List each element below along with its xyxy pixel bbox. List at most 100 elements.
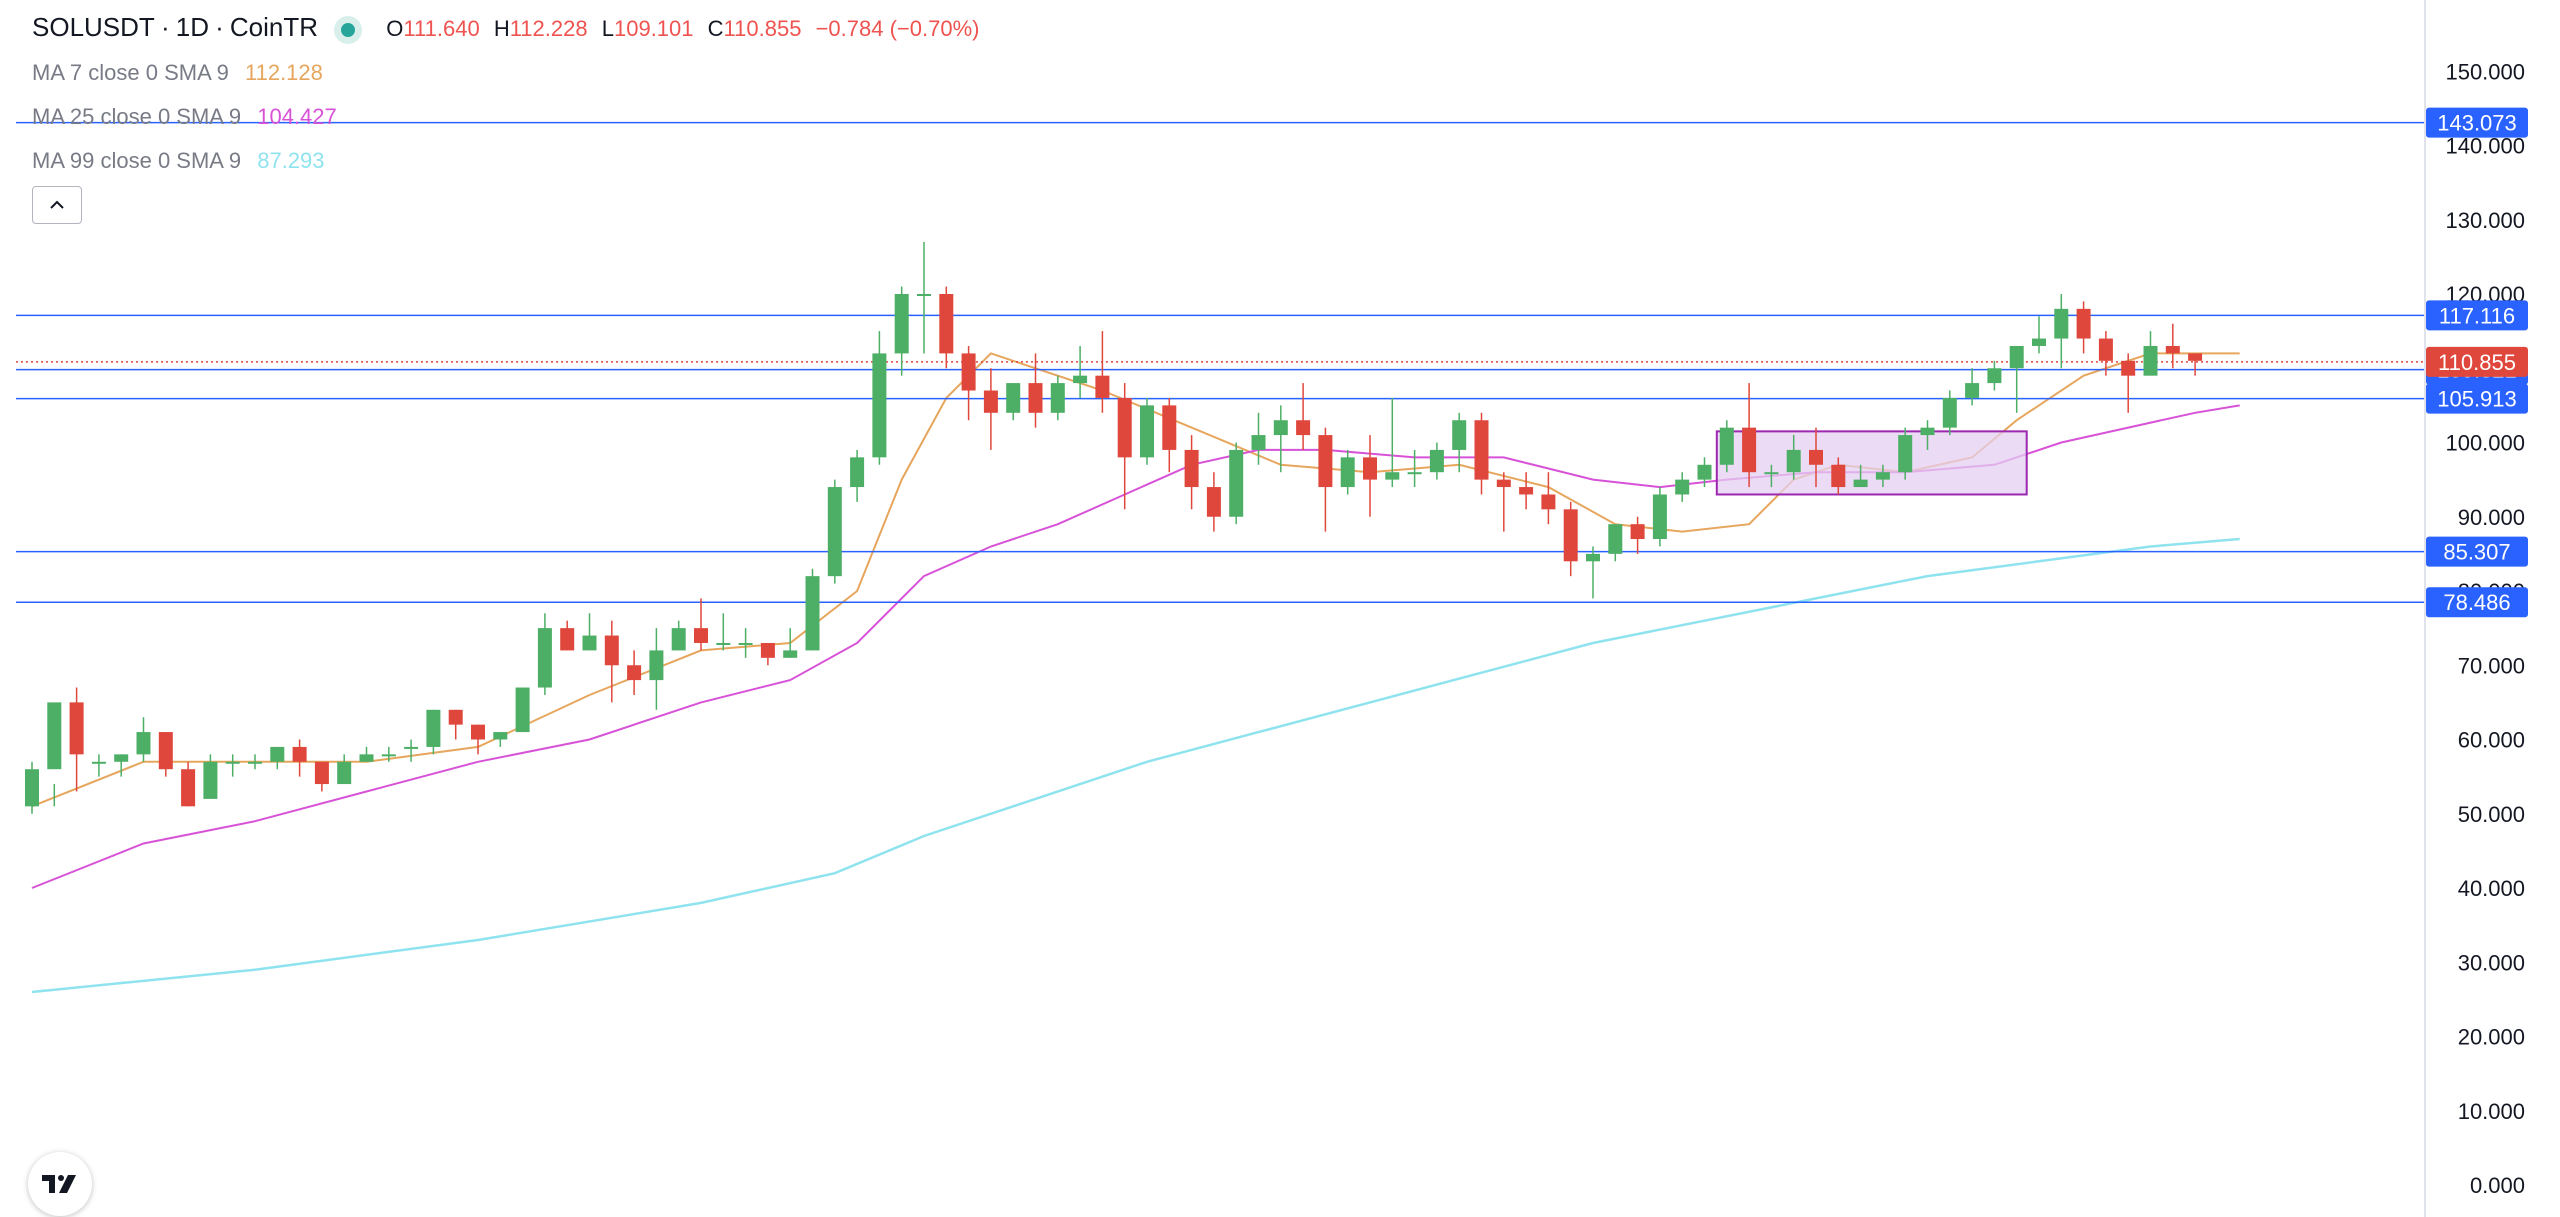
price-axis-tick-label: 150.000 [2445, 59, 2525, 84]
candle [1340, 449, 1355, 495]
candle [136, 717, 151, 762]
candle-body [292, 746, 307, 762]
candle [1229, 442, 1244, 525]
candle [2009, 345, 2024, 413]
candle [560, 620, 575, 651]
candle-body [1251, 435, 1266, 450]
price-chart[interactable]: 150.000140.000130.000120.000110.000100.0… [0, 0, 2560, 1217]
indicator-label: MA 25 close 0 SMA 9 [32, 104, 242, 129]
candle-body [1853, 479, 1868, 488]
level-price-tag: 143.073 [2426, 107, 2528, 138]
candle-body [1563, 509, 1578, 562]
symbol-name[interactable]: SOLUSDT [32, 12, 155, 42]
candle-body [1675, 479, 1690, 495]
level-price-tag: 85.307 [2426, 536, 2528, 567]
candle-body [2098, 338, 2113, 361]
candle [2054, 294, 2069, 369]
candle-body [805, 576, 820, 651]
candle-body [760, 642, 775, 658]
candle [694, 598, 708, 651]
chart-container[interactable]: 150.000140.000130.000120.000110.000100.0… [0, 0, 2560, 1217]
candle-body [91, 761, 106, 764]
candle-body [25, 769, 39, 807]
candle [515, 687, 530, 733]
tradingview-logo[interactable] [28, 1152, 92, 1216]
last-price-tag-label: 110.855 [2438, 350, 2516, 375]
candle [760, 642, 775, 666]
candle [404, 739, 419, 762]
chevron-up-icon [50, 200, 64, 209]
candle-body [448, 709, 463, 725]
candle [1608, 524, 1623, 562]
indicator-label: MA 7 close 0 SMA 9 [32, 60, 229, 85]
low-label: L [601, 16, 614, 41]
candle [47, 702, 62, 807]
level-price-tag-label: 105.913 [2437, 387, 2517, 412]
candle [1363, 435, 1377, 517]
indicator-value: 87.293 [257, 148, 325, 173]
candle-body [1407, 472, 1422, 475]
indicator-label: MA 99 close 0 SMA 9 [32, 148, 242, 173]
candle [1519, 472, 1534, 510]
price-axis-tick-label: 100.000 [2445, 431, 2525, 456]
candle-body [850, 457, 865, 488]
candle-body [1162, 405, 1177, 450]
price-axis-tick-label: 30.000 [2458, 950, 2525, 975]
candle-body [136, 732, 151, 755]
candle-body [1786, 449, 1801, 473]
candle-body [1206, 487, 1221, 517]
candle [1050, 375, 1065, 421]
candle [158, 732, 173, 777]
candle-body [158, 732, 173, 770]
level-price-tag: 78.486 [2426, 587, 2528, 618]
candle-body [1273, 420, 1288, 436]
collapse-legend-button[interactable] [32, 186, 82, 224]
candle [1965, 368, 1980, 406]
candle [181, 761, 196, 807]
candle-body [1764, 472, 1779, 475]
interval[interactable]: 1D [176, 12, 209, 42]
candle-body [2032, 338, 2046, 346]
candle-body [359, 754, 374, 762]
candle-body [1719, 427, 1734, 465]
candle [1452, 412, 1467, 473]
candle [1095, 331, 1110, 413]
candle-body [560, 628, 575, 651]
level-price-tag-label: 78.486 [2443, 590, 2510, 615]
candle-body [381, 754, 396, 757]
candle [1898, 427, 1913, 480]
candle [1385, 397, 1400, 488]
candle-body [1965, 383, 1980, 398]
high-value: 112.228 [509, 16, 588, 41]
candle [1206, 472, 1221, 532]
candles [25, 242, 2203, 814]
candle [1140, 397, 1154, 465]
candle-body [1474, 420, 1489, 480]
indicator-row[interactable]: MA 7 close 0 SMA 9 112.128 [32, 60, 323, 86]
candle [1719, 420, 1734, 473]
close-value: 110.855 [723, 16, 802, 41]
candle-body [47, 702, 62, 770]
indicator-row[interactable]: MA 99 close 0 SMA 9 87.293 [32, 148, 325, 174]
candle-body [1586, 553, 1600, 562]
candle-body [1541, 494, 1556, 510]
candle-body [1942, 397, 1957, 428]
indicator-row[interactable]: MA 25 close 0 SMA 9 104.427 [32, 104, 337, 130]
candle [1563, 501, 1578, 577]
candle-body [203, 761, 218, 799]
market-status-dot-icon [334, 16, 363, 45]
price-axis-tick-label: 10.000 [2458, 1099, 2525, 1124]
candle [1987, 360, 2002, 391]
candle-body [314, 761, 329, 785]
candle-body [426, 709, 441, 747]
candle-body [716, 642, 731, 645]
candle [1652, 487, 1667, 547]
open-value: 111.640 [403, 16, 480, 41]
exchange-name: CoinTR [229, 12, 319, 42]
candle [270, 746, 285, 770]
candle-body [2009, 345, 2024, 369]
low-value: 109.101 [613, 16, 694, 41]
level-price-tag-label: 143.073 [2437, 111, 2517, 136]
candle [1073, 345, 1088, 398]
candle-body [181, 769, 196, 807]
